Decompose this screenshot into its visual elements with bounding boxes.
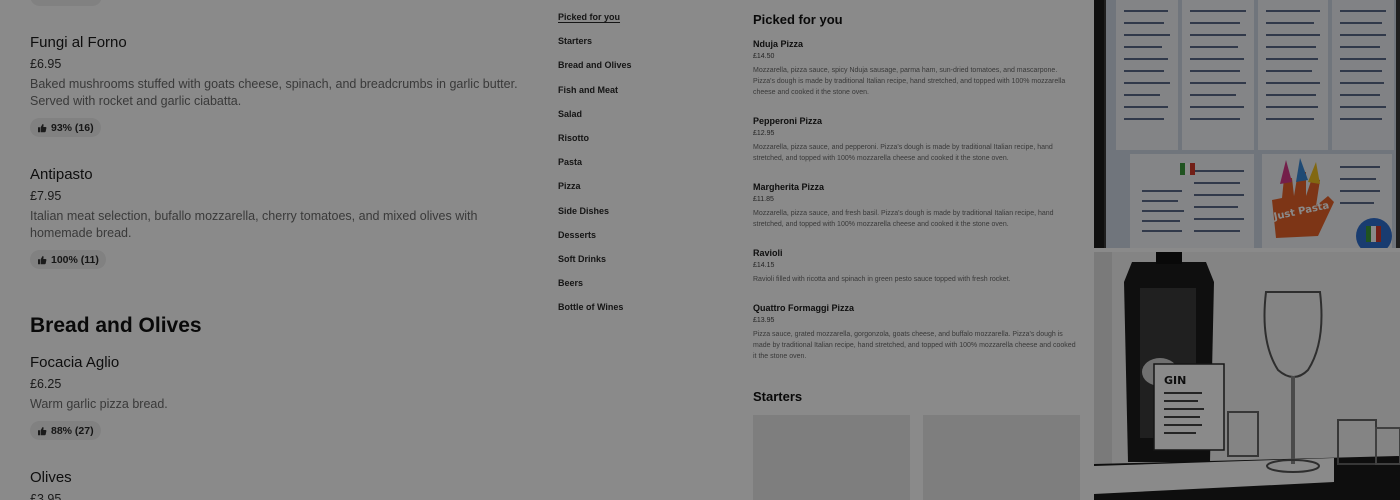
menu-item-price: £6.25 <box>30 377 62 391</box>
menu-item-pepperoni-pizza[interactable]: Pepperoni Pizza £12.95 Mozzarella, pizza… <box>753 115 1079 164</box>
rating-pill-partial <box>30 0 102 6</box>
menu-item-antipasto[interactable]: Antipasto £7.95 Italian meat selection, … <box>30 166 530 270</box>
rating-badge: 93% (16) <box>30 118 101 137</box>
menu-board-photo[interactable]: Just Pasta <box>1094 0 1400 248</box>
menu-item-nduja-pizza[interactable]: Nduja Pizza £14.50 Mozzarella, pizza sau… <box>753 38 1079 98</box>
menu-item-price: £7.95 <box>30 189 62 203</box>
menu-item-name: Ravioli <box>753 248 783 258</box>
menu-item-name: Margherita Pizza <box>753 182 825 192</box>
category-nav-item-bread-and-olives[interactable]: Bread and Olives <box>558 58 708 82</box>
menu-item-name: Antipasto <box>30 166 93 183</box>
menu-item-price: £14.15 <box>753 262 775 269</box>
menu-item-description: Warm garlic pizza bread. <box>30 397 168 411</box>
category-nav-item-risotto[interactable]: Risotto <box>558 131 708 155</box>
category-nav-item-pasta[interactable]: Pasta <box>558 155 708 179</box>
store-page-panel: Picked for you Starters Bread and Olives… <box>547 0 1090 500</box>
menu-item-description: Mozzarella, pizza sauce, and pepperoni. … <box>753 144 1053 162</box>
menu-item-price: £12.95 <box>753 130 775 137</box>
table-setting-photo[interactable]: GIN <box>1094 252 1400 500</box>
rating-text: 88% (27) <box>51 424 94 437</box>
store-photos-panel: Just Pasta GIN <box>1094 0 1400 500</box>
menu-item-focacia-aglio[interactable]: Focacia Aglio £6.25 Warm garlic pizza br… <box>30 354 530 441</box>
menu-item-description: Mozzarella, pizza sauce, and fresh basil… <box>753 210 1054 228</box>
menu-item-price: £11.85 <box>753 196 774 203</box>
thumbs-up-icon <box>38 426 47 435</box>
menu-item-description: Pizza sauce, grated mozzarella, gorgonzo… <box>753 331 1076 360</box>
category-nav-item-pizza[interactable]: Pizza <box>558 179 708 203</box>
menu-item-description: Mozzarella, pizza sauce, spicy Nduja sau… <box>753 67 1066 96</box>
section-heading-bread-and-olives: Bread and Olives <box>30 314 202 337</box>
menu-item-price: £14.50 <box>753 53 775 60</box>
menu-item-name: Focacia Aglio <box>30 354 120 371</box>
store-menu-panel: Fungi al Forno £6.95 Baked mushrooms stu… <box>0 0 543 500</box>
menu-item-price: £13.95 <box>753 317 775 324</box>
section-heading-picked-for-you: Picked for you <box>753 12 843 27</box>
category-nav-item-picked-for-you[interactable]: Picked for you <box>558 10 708 34</box>
starter-card[interactable] <box>923 415 1080 500</box>
category-nav-item-starters[interactable]: Starters <box>558 34 708 58</box>
gin-sign-text: GIN <box>1164 374 1186 387</box>
starter-card[interactable] <box>753 415 910 500</box>
menu-item-margherita-pizza[interactable]: Margherita Pizza £11.85 Mozzarella, pizz… <box>753 181 1079 230</box>
category-nav-item-soft-drinks[interactable]: Soft Drinks <box>558 252 708 276</box>
menu-item-fungi-al-forno[interactable]: Fungi al Forno £6.95 Baked mushrooms stu… <box>30 34 530 138</box>
category-nav-item-bottle-of-wines[interactable]: Bottle of Wines <box>558 300 708 324</box>
menu-item-ravioli[interactable]: Ravioli £14.15 Ravioli filled with ricot… <box>753 247 1079 285</box>
thumbs-up-icon <box>38 123 47 132</box>
menu-item-name: Fungi al Forno <box>30 34 127 51</box>
menu-item-name: Olives <box>30 469 72 486</box>
menu-item-description: Baked mushrooms stuffed with goats chees… <box>30 77 518 108</box>
menu-item-olives[interactable]: Olives £3.95 <box>30 469 530 500</box>
category-nav-item-desserts[interactable]: Desserts <box>558 228 708 252</box>
rating-badge: 88% (27) <box>30 421 101 440</box>
menu-item-description: Italian meat selection, bufallo mozzarel… <box>30 209 478 240</box>
category-nav-item-salad[interactable]: Salad <box>558 107 708 131</box>
picked-for-you-section: Picked for you Nduja Pizza £14.50 Mozzar… <box>753 12 1079 360</box>
category-nav-item-beers[interactable]: Beers <box>558 276 708 300</box>
menu-item-name: Quattro Formaggi Pizza <box>753 303 855 313</box>
menu-item-description: Ravioli filled with ricotta and spinach … <box>753 276 1011 283</box>
rating-text: 93% (16) <box>51 121 94 134</box>
category-nav-item-fish-and-meat[interactable]: Fish and Meat <box>558 83 708 107</box>
category-nav-item-side-dishes[interactable]: Side Dishes <box>558 204 708 228</box>
menu-item-price: £3.95 <box>30 492 62 500</box>
menu-item-name: Nduja Pizza <box>753 39 804 49</box>
menu-item-quattro-formaggi-pizza[interactable]: Quattro Formaggi Pizza £13.95 Pizza sauc… <box>753 302 1079 362</box>
menu-item-price: £6.95 <box>30 57 62 71</box>
rating-badge: 100% (11) <box>30 250 106 269</box>
thumbs-up-icon <box>38 255 47 264</box>
category-nav: Picked for you Starters Bread and Olives… <box>558 10 708 324</box>
menu-item-name: Pepperoni Pizza <box>753 116 823 126</box>
rating-text: 100% (11) <box>51 253 99 266</box>
section-heading-starters: Starters <box>753 389 803 404</box>
